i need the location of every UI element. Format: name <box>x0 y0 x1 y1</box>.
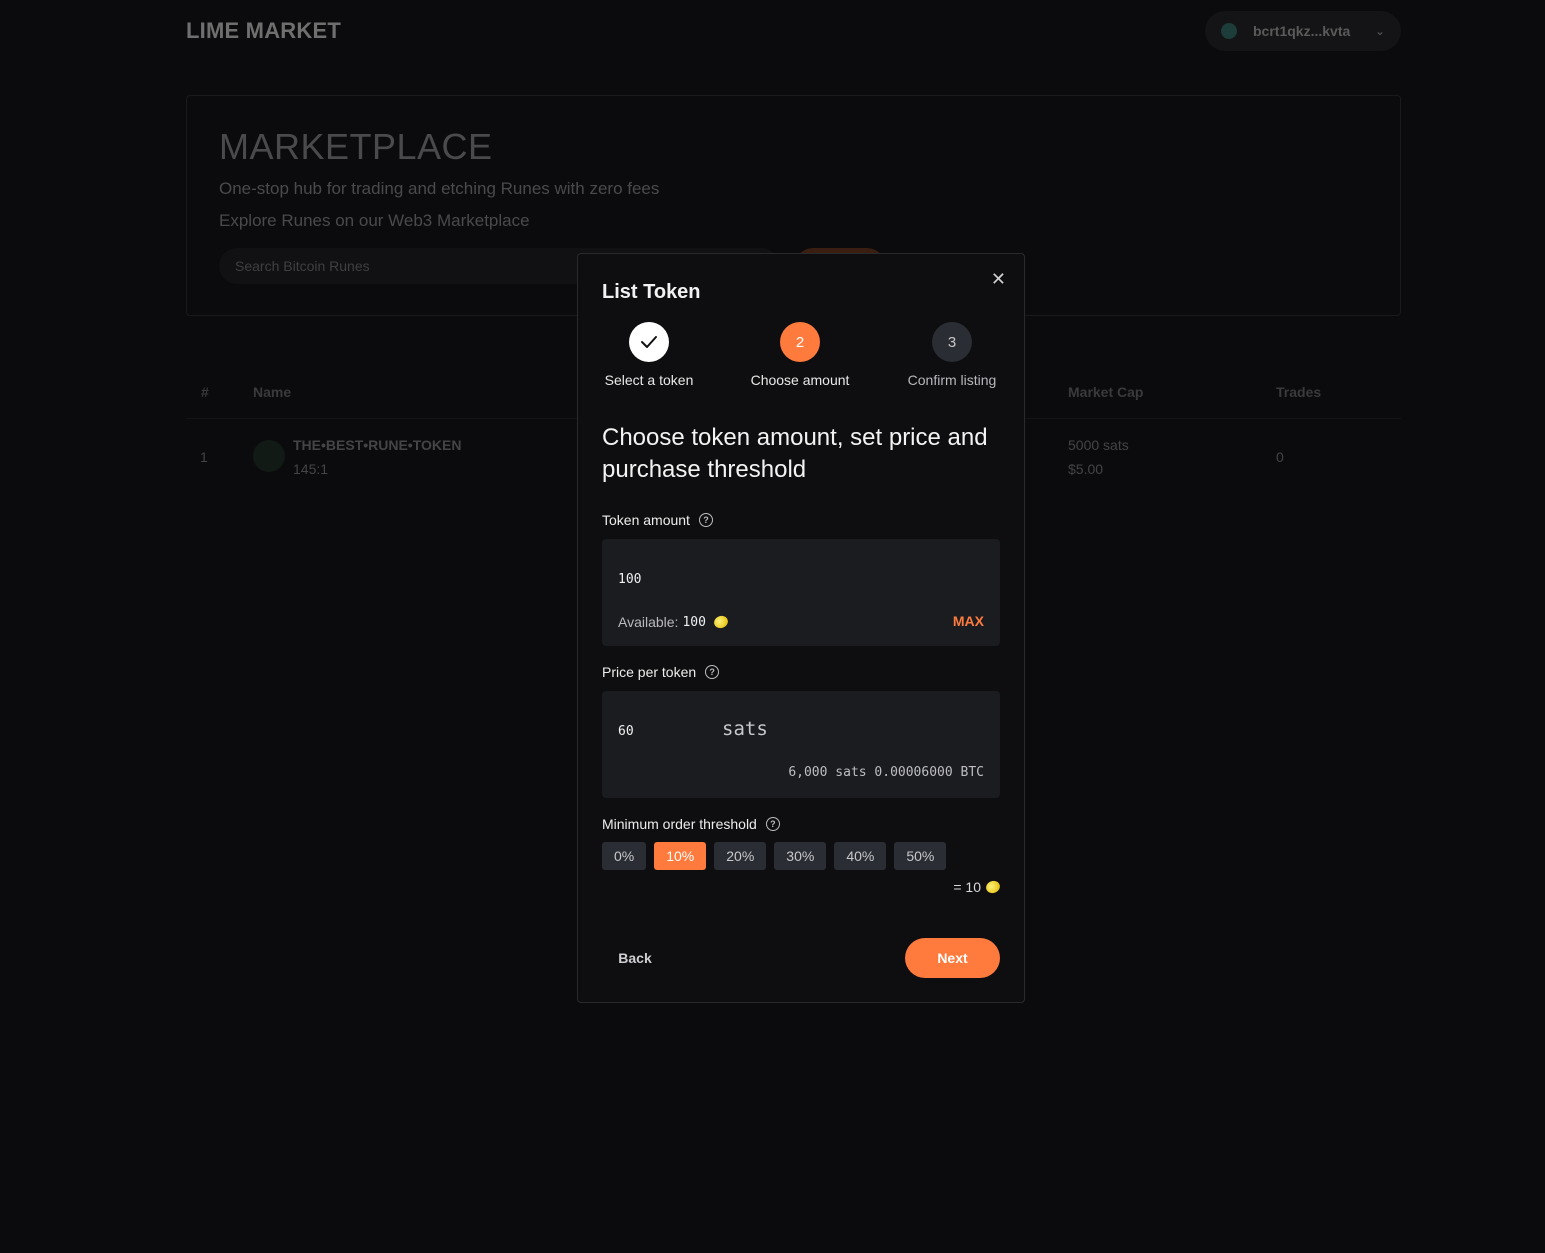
token-amount-input[interactable]: 100 <box>618 572 641 587</box>
price-input[interactable]: 60 <box>618 724 634 739</box>
token-amount-label-text: Token amount <box>602 512 690 528</box>
step-choose-amount: 2 Choose amount <box>730 322 870 388</box>
threshold-option-30[interactable]: 30% <box>774 842 827 870</box>
column-header-name: Name <box>253 384 292 400</box>
rune-name: THE•BEST•RUNE•TOKEN <box>293 437 462 453</box>
back-button[interactable]: Back <box>602 938 668 978</box>
token-amount-label: Token amount ? <box>602 512 713 528</box>
wallet-address: bcrt1qkz...kvta <box>1253 23 1351 39</box>
help-icon[interactable]: ? <box>705 665 720 679</box>
market-cap-sats: 5000 sats <box>1068 437 1129 453</box>
available-value: 100 <box>682 614 706 630</box>
column-header-market-cap: Market Cap <box>1068 384 1144 400</box>
step-select-token: Select a token <box>579 322 719 388</box>
step-number: 3 <box>932 322 972 362</box>
section-heading: Choose token amount, set price and purch… <box>602 424 988 483</box>
threshold-option-20[interactable]: 20% <box>714 842 767 870</box>
price-field[interactable]: 60 sats 6,000 sats 0.00006000 BTC <box>602 691 1000 798</box>
step-label: Confirm listing <box>907 372 997 388</box>
available-label: Available: <box>618 614 679 630</box>
price-unit: sats <box>722 718 768 740</box>
column-header-trades: Trades <box>1276 384 1322 400</box>
price-label: Price per token ? <box>602 664 720 680</box>
trades-count: 0 <box>1276 449 1284 465</box>
modal-title: List Token <box>602 281 701 303</box>
next-button[interactable]: Next <box>905 938 1000 978</box>
list-token-modal: ✕ List Token Select a token 2 Choose amo… <box>577 253 1025 1003</box>
threshold-options: 0% 10% 20% 30% 40% 50% <box>602 842 947 870</box>
available-balance: Available: 100 <box>618 613 730 631</box>
help-icon[interactable]: ? <box>765 817 780 831</box>
wallet-button[interactable]: bcrt1qkz...kvta ⌄ <box>1205 11 1401 51</box>
threshold-option-40[interactable]: 40% <box>834 842 887 870</box>
step-label: Choose amount <box>750 372 850 388</box>
hero-subtitle: One-stop hub for trading and etching Run… <box>219 179 660 198</box>
threshold-option-50[interactable]: 50% <box>894 842 947 870</box>
checkmark-icon <box>629 322 669 362</box>
lemon-icon <box>712 613 730 631</box>
token-amount-field[interactable]: 100 Available: 100 MAX <box>602 539 1000 646</box>
threshold-label: Minimum order threshold ? <box>602 816 780 832</box>
price-label-text: Price per token <box>602 664 697 680</box>
app-logo[interactable]: LIME MARKET <box>186 18 341 44</box>
close-icon[interactable]: ✕ <box>991 270 1006 288</box>
hero-subtitle-secondary: Explore Runes on our Web3 Marketplace <box>219 211 530 230</box>
threshold-result: = 10 <box>953 878 1002 896</box>
threshold-option-0[interactable]: 0% <box>602 842 647 870</box>
step-label: Select a token <box>604 372 694 388</box>
lemon-icon <box>984 878 1002 896</box>
price-conversion: 6,000 sats 0.00006000 BTC <box>788 765 984 780</box>
threshold-label-text: Minimum order threshold <box>602 816 757 832</box>
row-index: 1 <box>200 449 208 465</box>
column-header-index: # <box>201 384 209 400</box>
wallet-avatar <box>1221 23 1237 39</box>
chevron-down-icon: ⌄ <box>1374 24 1385 38</box>
threshold-option-10[interactable]: 10% <box>654 842 707 870</box>
step-confirm-listing: 3 Confirm listing <box>882 322 1022 388</box>
market-cap-usd: $5.00 <box>1068 461 1104 477</box>
help-icon[interactable]: ? <box>698 513 713 527</box>
step-number: 2 <box>780 322 820 362</box>
rune-token-icon <box>253 440 285 472</box>
threshold-result-value: = 10 <box>953 879 981 895</box>
rune-id: 145:1 <box>293 461 329 477</box>
max-button[interactable]: MAX <box>953 613 984 629</box>
page-title: MARKETPLACE <box>219 126 493 167</box>
